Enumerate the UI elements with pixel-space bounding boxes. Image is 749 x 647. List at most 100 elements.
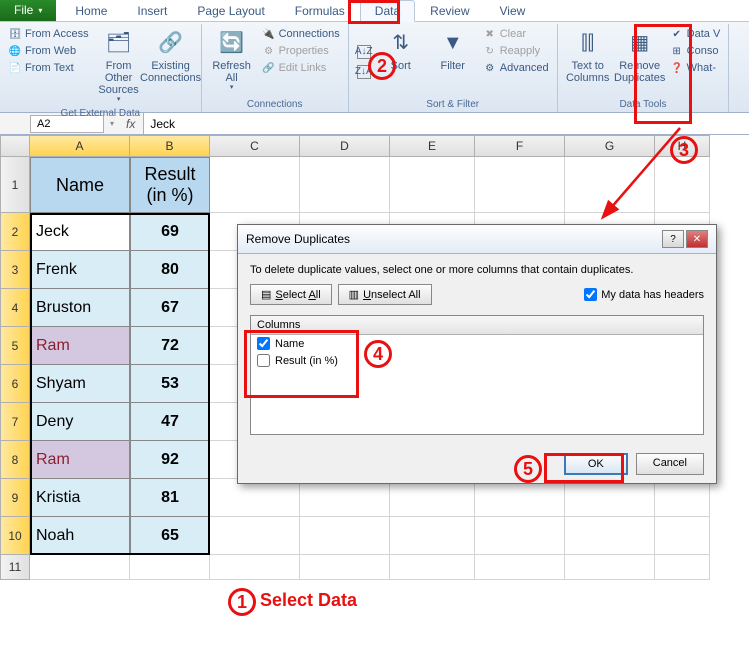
select-all-button[interactable]: ▤Select All <box>250 284 332 305</box>
consolidate-button[interactable]: ⊞Conso <box>668 43 723 59</box>
existing-connections-button[interactable]: 🔗Existing Connections <box>147 26 195 106</box>
tab-home[interactable]: Home <box>60 0 122 21</box>
cell-A3[interactable]: Frenk <box>30 251 130 289</box>
cell-B2[interactable]: 69 <box>130 213 210 251</box>
row-header-9[interactable]: 9 <box>0 479 30 517</box>
cell-E11[interactable] <box>390 555 475 580</box>
cell-A9[interactable]: Kristia <box>30 479 130 517</box>
cell-C9[interactable] <box>210 479 300 517</box>
cell-B7[interactable]: 47 <box>130 403 210 441</box>
cancel-button[interactable]: Cancel <box>636 453 704 475</box>
unselect-all-button[interactable]: ▥Unselect All <box>338 284 432 305</box>
from-text-button[interactable]: 📄From Text <box>6 60 91 76</box>
cell-H9[interactable] <box>655 479 710 517</box>
cell-H10[interactable] <box>655 517 710 555</box>
cell-A10[interactable]: Noah <box>30 517 130 555</box>
cell-A4[interactable]: Bruston <box>30 289 130 327</box>
column-header-E[interactable]: E <box>390 135 475 157</box>
cell-C11[interactable] <box>210 555 300 580</box>
close-button[interactable]: ✕ <box>686 230 708 248</box>
cell-B1[interactable]: Result (in %) <box>130 157 210 213</box>
row-header-5[interactable]: 5 <box>0 327 30 365</box>
cell-E9[interactable] <box>390 479 475 517</box>
cell-B11[interactable] <box>130 555 210 580</box>
edit-links-button[interactable]: 🔗Edit Links <box>260 60 342 76</box>
column-header-F[interactable]: F <box>475 135 565 157</box>
headers-check-input[interactable] <box>584 288 597 301</box>
tab-view[interactable]: View <box>485 0 541 21</box>
tab-review[interactable]: Review <box>415 0 484 21</box>
sort-desc-button[interactable]: Z↓A <box>355 64 373 80</box>
cell-F10[interactable] <box>475 517 565 555</box>
cell-G9[interactable] <box>565 479 655 517</box>
connections-button[interactable]: 🔌Connections <box>260 26 342 42</box>
cell-G1[interactable] <box>565 157 655 213</box>
cell-A2[interactable]: Jeck <box>30 213 130 251</box>
cell-A5[interactable]: Ram <box>30 327 130 365</box>
columns-listbox[interactable]: Columns Name Result (in %) <box>250 315 704 435</box>
reapply-button[interactable]: ↻Reapply <box>481 43 551 59</box>
sort-asc-button[interactable]: A↓Z <box>355 44 373 60</box>
cell-B6[interactable]: 53 <box>130 365 210 403</box>
cell-C10[interactable] <box>210 517 300 555</box>
cell-F1[interactable] <box>475 157 565 213</box>
col-name-check[interactable] <box>257 337 270 350</box>
tab-insert[interactable]: Insert <box>122 0 182 21</box>
cell-A6[interactable]: Shyam <box>30 365 130 403</box>
cell-E1[interactable] <box>390 157 475 213</box>
cell-A1[interactable]: Name <box>30 157 130 213</box>
row-header-6[interactable]: 6 <box>0 365 30 403</box>
cell-D9[interactable] <box>300 479 390 517</box>
col-result-check[interactable] <box>257 354 270 367</box>
cell-C1[interactable] <box>210 157 300 213</box>
properties-button[interactable]: ⚙Properties <box>260 43 342 59</box>
clear-button[interactable]: ✖Clear <box>481 26 551 42</box>
cell-B10[interactable]: 65 <box>130 517 210 555</box>
filter-button[interactable]: ▼Filter <box>429 26 477 97</box>
from-web-button[interactable]: 🌐From Web <box>6 43 91 59</box>
cell-B3[interactable]: 80 <box>130 251 210 289</box>
text-to-columns-button[interactable]: ⫿⫿Text to Columns <box>564 26 612 97</box>
row-header-11[interactable]: 11 <box>0 555 30 580</box>
from-access-button[interactable]: 🗄From Access <box>6 26 91 42</box>
cell-A11[interactable] <box>30 555 130 580</box>
column-header-D[interactable]: D <box>300 135 390 157</box>
tab-data[interactable]: Data <box>360 0 415 22</box>
row-header-7[interactable]: 7 <box>0 403 30 441</box>
column-header-A[interactable]: A <box>30 135 130 157</box>
cell-E10[interactable] <box>390 517 475 555</box>
cell-F9[interactable] <box>475 479 565 517</box>
refresh-all-button[interactable]: 🔄Refresh All▾ <box>208 26 256 97</box>
cell-D11[interactable] <box>300 555 390 580</box>
select-all-corner[interactable] <box>0 135 30 157</box>
cell-H11[interactable] <box>655 555 710 580</box>
tab-formulas[interactable]: Formulas <box>280 0 360 21</box>
row-header-3[interactable]: 3 <box>0 251 30 289</box>
help-button[interactable]: ? <box>662 230 684 248</box>
column-item-name[interactable]: Name <box>251 335 703 352</box>
cell-G10[interactable] <box>565 517 655 555</box>
column-header-B[interactable]: B <box>130 135 210 157</box>
cell-B8[interactable]: 92 <box>130 441 210 479</box>
cell-A8[interactable]: Ram <box>30 441 130 479</box>
ok-button[interactable]: OK <box>564 453 628 475</box>
from-other-sources-button[interactable]: 🗂From Other Sources▾ <box>95 26 143 106</box>
column-header-C[interactable]: C <box>210 135 300 157</box>
row-header-1[interactable]: 1 <box>0 157 30 213</box>
data-validation-button[interactable]: ✔Data V <box>668 26 723 42</box>
column-item-result[interactable]: Result (in %) <box>251 352 703 369</box>
column-header-G[interactable]: G <box>565 135 655 157</box>
row-header-2[interactable]: 2 <box>0 213 30 251</box>
cell-B9[interactable]: 81 <box>130 479 210 517</box>
cell-H1[interactable] <box>655 157 710 213</box>
cell-A7[interactable]: Deny <box>30 403 130 441</box>
what-if-button[interactable]: ❓What- <box>668 60 723 76</box>
advanced-button[interactable]: ⚙Advanced <box>481 60 551 76</box>
cell-D1[interactable] <box>300 157 390 213</box>
row-header-10[interactable]: 10 <box>0 517 30 555</box>
my-data-headers-checkbox[interactable]: My data has headers <box>584 288 704 301</box>
cell-G11[interactable] <box>565 555 655 580</box>
cell-B4[interactable]: 67 <box>130 289 210 327</box>
cell-B5[interactable]: 72 <box>130 327 210 365</box>
cell-D10[interactable] <box>300 517 390 555</box>
